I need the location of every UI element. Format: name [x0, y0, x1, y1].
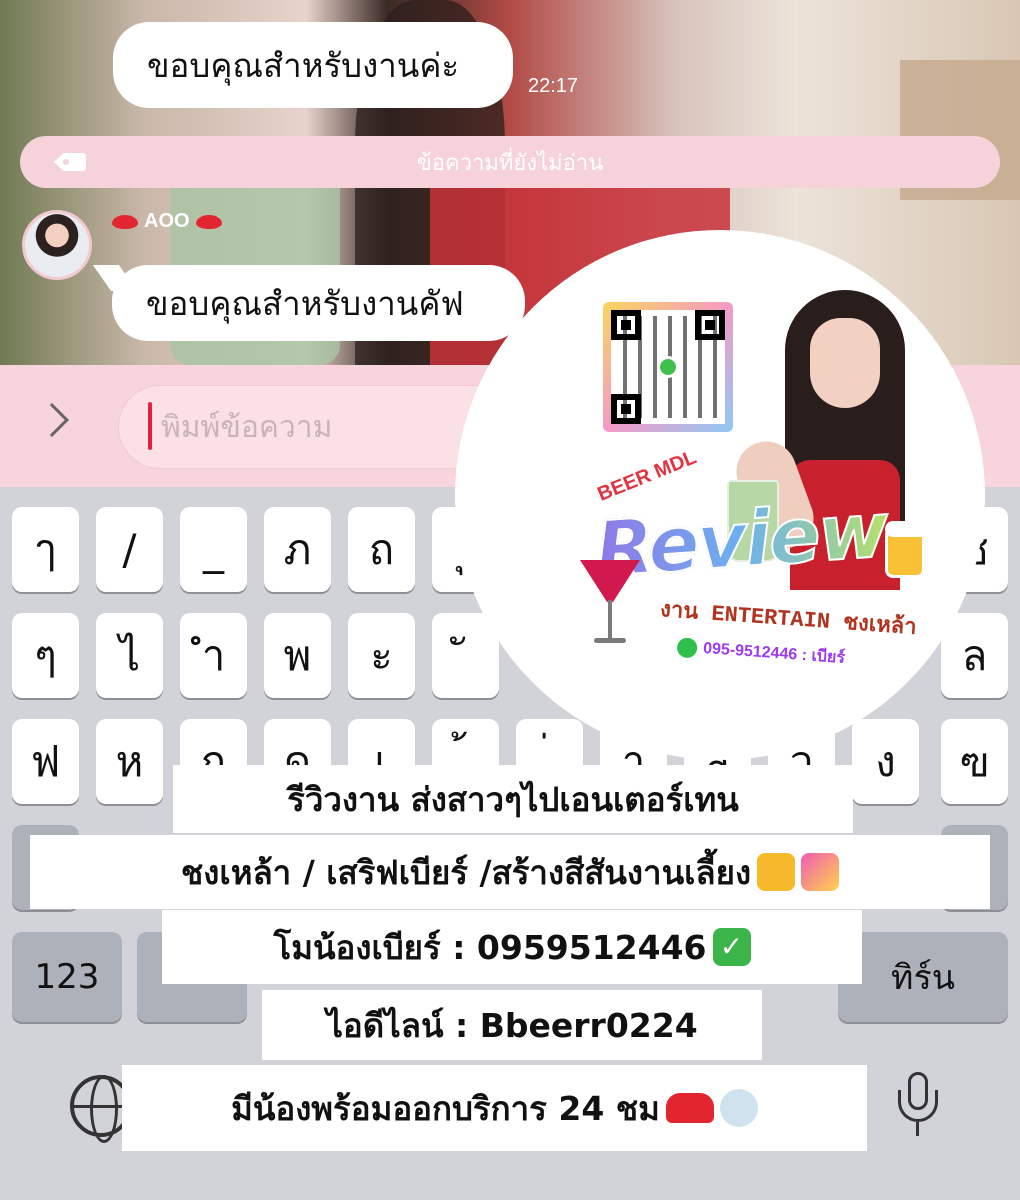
promo-line-2-text: ชงเหล้า / เสริฟเบียร์ /สร้างสีสันงานเลี้…	[180, 852, 752, 892]
message-bubble-incoming[interactable]: ขอบคุณสำหรับงานคัฟ	[112, 265, 525, 341]
avatar[interactable]	[22, 210, 92, 280]
key[interactable]: ภ	[264, 507, 331, 592]
message-timestamp: 22:17	[528, 75, 579, 97]
promo-sticker: BEER MDL Review งาน ENTERTAIN ชงเหล้า 09…	[455, 230, 985, 760]
promo-line-5-text: มีน้องพร้อมออกบริการ 24 ชม	[231, 1088, 660, 1128]
promo-line-1-text: รีวิวงาน ส่งสาวๆไปเอนเตอร์เทน	[287, 779, 739, 819]
cocktail-icon	[580, 560, 640, 650]
check-mark-emoji-icon: ✓	[712, 928, 751, 966]
promo-text-line-1: รีวิวงาน ส่งสาวๆไปเอนเตอร์เทน	[173, 765, 853, 833]
key[interactable]: ห	[96, 719, 163, 804]
expand-chevron-icon[interactable]	[35, 403, 69, 437]
lips-emoji-icon	[195, 214, 222, 229]
lips-emoji-icon	[112, 214, 138, 229]
promo-phone-line: 095-9512446 : เบียร์	[676, 634, 846, 671]
key[interactable]: ะ	[348, 613, 415, 698]
text-caret	[148, 402, 152, 450]
promo-phone-text: 095-9512446 : เบียร์	[702, 639, 846, 667]
message-text: ขอบคุณสำหรับงานคัฟ	[146, 283, 464, 323]
confetti-ball-emoji-icon	[801, 853, 840, 891]
key[interactable]: ง	[852, 719, 919, 804]
unread-messages-divider: ข้อความที่ยังไม่อ่าน	[20, 136, 1000, 188]
key[interactable]: _	[180, 507, 247, 592]
microphone-icon[interactable]	[898, 1072, 938, 1138]
car-emoji-icon	[665, 1093, 714, 1123]
message-input-placeholder: พิมพ์ข้อความ	[161, 409, 333, 445]
promo-text-line-3: โมน้องเบียร์ : 0959512446 ✓	[162, 910, 862, 984]
sender-name-text: AOO	[144, 210, 190, 232]
phone-icon	[676, 636, 698, 659]
numbers-key[interactable]: 123	[12, 932, 122, 1022]
promo-text-line-2: ชงเหล้า / เสริฟเบียร์ /สร้างสีสันงานเลี้…	[30, 835, 990, 909]
beer-mugs-emoji-icon	[757, 853, 796, 891]
sender-name[interactable]: AOO	[112, 210, 222, 233]
key[interactable]: ถ	[348, 507, 415, 592]
key[interactable]: /	[96, 507, 163, 592]
promo-line-4-text: ไอดีไลน์ : Bbeerr0224	[326, 1005, 698, 1045]
promo-text-line-5: มีน้องพร้อมออกบริการ 24 ชม	[122, 1065, 867, 1151]
key[interactable]: ๅ	[12, 507, 79, 592]
tag-icon	[54, 153, 86, 171]
unread-label: ข้อความที่ยังไม่อ่าน	[416, 150, 604, 176]
return-key[interactable]: ทิร์น	[838, 932, 1008, 1022]
key[interactable]: ฃ	[941, 719, 1008, 804]
promo-line-3-text: โมน้องเบียร์ : 0959512446	[273, 927, 707, 967]
line-qr-code	[603, 302, 733, 432]
key[interactable]: ำ	[180, 613, 247, 698]
key[interactable]: พ	[264, 613, 331, 698]
key[interactable]: ไ	[96, 613, 163, 698]
promo-brand: BEER MDL	[594, 446, 700, 506]
dash-emoji-icon	[719, 1089, 758, 1127]
key[interactable]: ฟ	[12, 719, 79, 804]
message-bubble-outgoing[interactable]: ขอบคุณสำหรับงานค่ะ	[113, 22, 513, 108]
beer-mug-icon	[885, 521, 931, 578]
promo-text-line-4: ไอดีไลน์ : Bbeerr0224	[262, 990, 762, 1060]
key[interactable]: ๆ	[12, 613, 79, 698]
key[interactable]: ล	[941, 613, 1008, 698]
message-text: ขอบคุณสำหรับงานค่ะ	[147, 45, 460, 85]
line-app-icon	[657, 356, 679, 378]
